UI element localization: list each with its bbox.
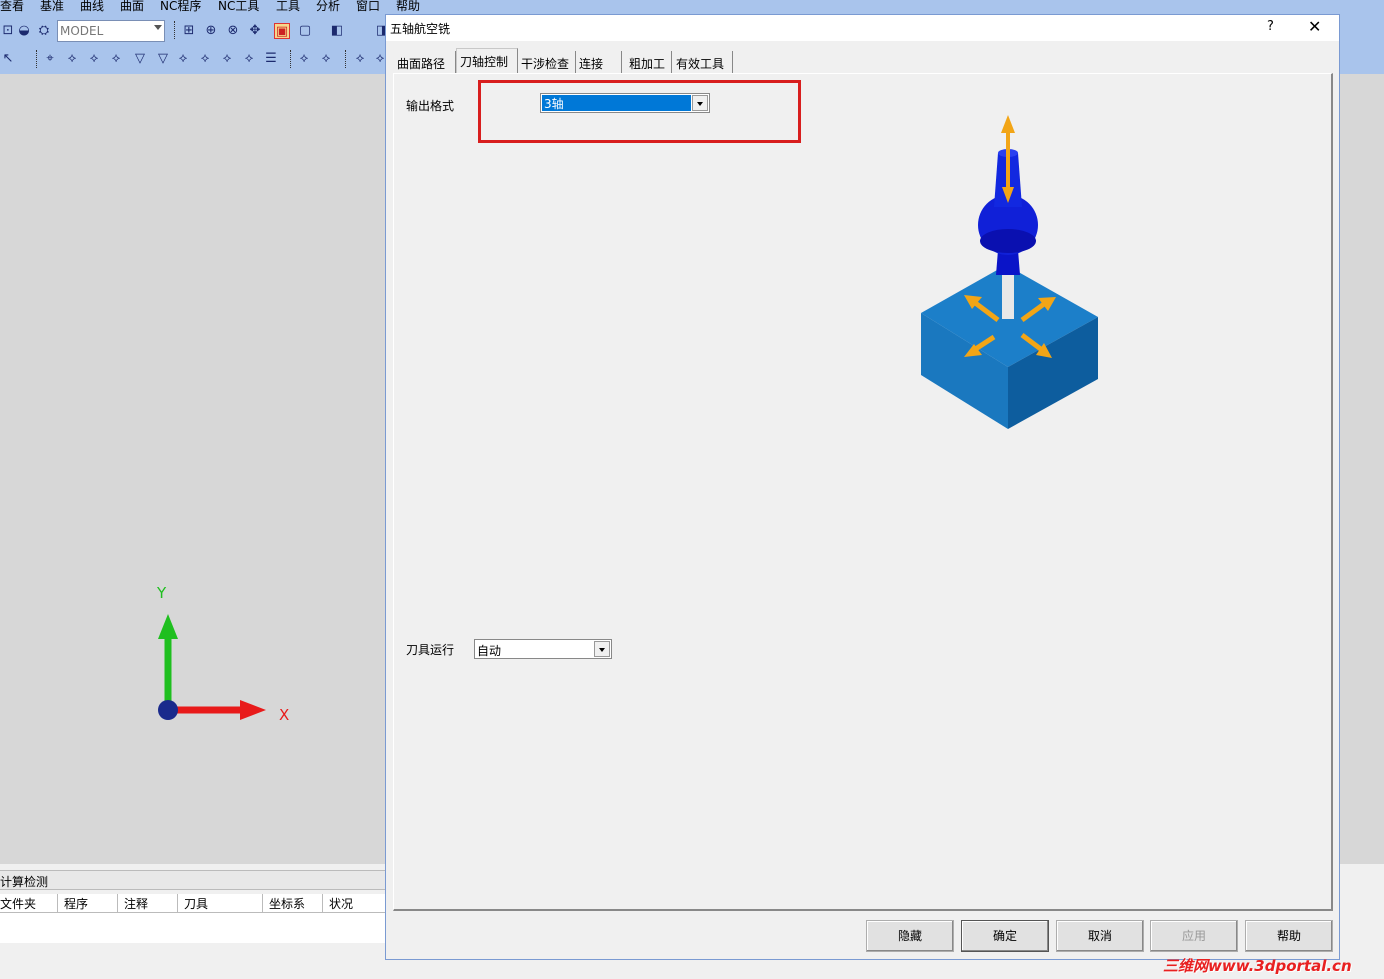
axis-triad xyxy=(158,614,266,720)
help-icon[interactable]: ? xyxy=(1267,19,1274,34)
shaded-view-icon[interactable]: ▣ xyxy=(274,23,290,39)
dialog-title-bar[interactable]: 五轴航空铣 ? ✕ xyxy=(386,15,1339,41)
model-combo-value: MODEL xyxy=(60,24,104,38)
layer-icon[interactable]: ◒ xyxy=(16,23,32,39)
chevron-down-icon[interactable] xyxy=(594,641,610,657)
menu-tools[interactable]: 工具 xyxy=(276,0,300,14)
snap-icon-1[interactable]: ⌖ xyxy=(42,51,58,67)
tool-axis-illustration xyxy=(921,115,1098,429)
menu-help[interactable]: 帮助 xyxy=(396,0,420,14)
tool-run-select[interactable]: 自动 xyxy=(474,639,612,659)
tab-roughing[interactable]: 粗加工 xyxy=(626,51,672,73)
model-viewport[interactable]: Y X xyxy=(0,74,386,864)
snap-icon-6[interactable]: ▽ xyxy=(155,51,171,67)
apply-button[interactable]: 应用 xyxy=(1150,920,1238,952)
snap-icon-3[interactable]: ⟡ xyxy=(86,51,102,67)
tab-interference-check[interactable]: 干涉检查 xyxy=(518,51,576,73)
tool-shank xyxy=(1002,275,1014,319)
menu-view[interactable]: 查看 xyxy=(0,0,24,14)
zoom-icon[interactable]: ⊕ xyxy=(203,23,219,39)
toolbar-separator xyxy=(345,50,347,68)
zoom-window-icon[interactable]: ⊞ xyxy=(181,23,197,39)
menu-curve[interactable]: 曲线 xyxy=(80,0,104,14)
snap-icon-4[interactable]: ⟡ xyxy=(108,51,124,67)
col-coordinate-system[interactable]: 坐标系 xyxy=(269,895,305,912)
snap-icon-2[interactable]: ⟡ xyxy=(64,51,80,67)
tool-axis-control-panel xyxy=(393,73,1333,911)
y-axis-arrow xyxy=(158,614,178,639)
tab-tool-axis-control[interactable]: 刀轴控制 xyxy=(456,48,518,74)
tab-connection[interactable]: 连接 xyxy=(576,51,622,73)
transform-icon[interactable]: ↖ xyxy=(0,51,16,67)
filter-icon[interactable]: ⛭ xyxy=(36,23,52,39)
snap-icon-12[interactable]: ⟡ xyxy=(296,51,312,67)
menu-analysis[interactable]: 分析 xyxy=(316,0,340,14)
view-icon[interactable]: ⊡ xyxy=(0,23,16,39)
column-divider xyxy=(322,894,323,913)
close-icon[interactable]: ✕ xyxy=(1308,17,1321,36)
snap-icon-8[interactable]: ⟡ xyxy=(197,51,213,67)
snap-icon-10[interactable]: ⟡ xyxy=(241,51,257,67)
snap-icon-9[interactable]: ⟡ xyxy=(219,51,235,67)
menu-window[interactable]: 窗口 xyxy=(356,0,380,14)
wireframe-icon[interactable]: ▢ xyxy=(297,23,313,39)
tool-run-label: 刀具运行 xyxy=(406,643,455,657)
y-axis-label: Y xyxy=(157,584,167,602)
snap-icon-5[interactable]: ▽ xyxy=(132,51,148,67)
bottom-panel-title-bar: 计算检测 xyxy=(0,870,386,890)
model-combo[interactable]: MODEL xyxy=(57,20,165,42)
column-divider xyxy=(117,894,118,913)
toolbar-separator xyxy=(174,21,176,39)
x-axis-arrow xyxy=(240,700,266,720)
column-divider xyxy=(57,894,58,913)
column-divider xyxy=(262,894,263,913)
hidden-line-icon[interactable]: ◧ xyxy=(329,23,345,39)
col-comment[interactable]: 注释 xyxy=(124,895,148,912)
menubar: 查看 基准 曲线 曲面 NC程序 NC工具 工具 分析 窗口 帮助 xyxy=(0,0,1384,14)
menu-nc-program[interactable]: NC程序 xyxy=(160,0,201,14)
bottom-panel-list xyxy=(0,913,386,943)
origin-point xyxy=(158,700,178,720)
tab-surface-path[interactable]: 曲面路径 xyxy=(394,51,456,73)
toolbar-separator xyxy=(290,50,292,68)
col-status[interactable]: 状况 xyxy=(329,895,353,912)
dialog-title: 五轴航空铣 xyxy=(390,22,451,36)
output-format-label: 输出格式 xyxy=(406,99,455,113)
snap-icon-7[interactable]: ⟡ xyxy=(175,51,191,67)
tool-run-value: 自动 xyxy=(477,644,502,658)
axis-arrow-up xyxy=(1001,115,1015,133)
col-folder[interactable]: 文件夹 xyxy=(0,895,36,912)
spindle-ring xyxy=(980,229,1036,253)
col-program[interactable]: 程序 xyxy=(64,895,88,912)
menu-surface[interactable]: 曲面 xyxy=(120,0,144,14)
col-tool[interactable]: 刀具 xyxy=(184,895,208,912)
hide-button[interactable]: 隐藏 xyxy=(866,920,954,952)
tab-valid-tools[interactable]: 有效工具 xyxy=(673,51,733,73)
bottom-panel-columns: 文件夹 程序 注释 刀具 坐标系 状况 xyxy=(0,894,386,913)
menu-nc-tool[interactable]: NC工具 xyxy=(218,0,259,14)
viewport-right-edge xyxy=(1340,74,1384,864)
column-divider xyxy=(177,894,178,913)
snap-icon-14[interactable]: ⟡ xyxy=(352,51,368,67)
help-button[interactable]: 帮助 xyxy=(1245,920,1333,952)
snap-icon-11[interactable]: ☰ xyxy=(263,51,279,67)
five-axis-milling-dialog: 五轴航空铣 ? ✕ 曲面路径 刀轴控制 干涉检查 连接 粗加工 有效工具 输出格… xyxy=(385,14,1340,960)
highlight-box xyxy=(478,80,801,143)
snap-icon-13[interactable]: ⟡ xyxy=(318,51,334,67)
zoom-fit-icon[interactable]: ⊗ xyxy=(225,23,241,39)
cancel-button[interactable]: 取消 xyxy=(1056,920,1144,952)
toolbar-separator xyxy=(36,50,38,68)
bottom-panel-title: 计算检测 xyxy=(0,875,49,889)
chevron-down-icon xyxy=(154,25,162,30)
watermark: 三维网www.3dportal.cn xyxy=(1163,957,1352,975)
menu-datum[interactable]: 基准 xyxy=(40,0,64,14)
ok-button[interactable]: 确定 xyxy=(961,920,1049,952)
pan-icon[interactable]: ✥ xyxy=(247,23,263,39)
x-axis-label: X xyxy=(279,706,290,724)
